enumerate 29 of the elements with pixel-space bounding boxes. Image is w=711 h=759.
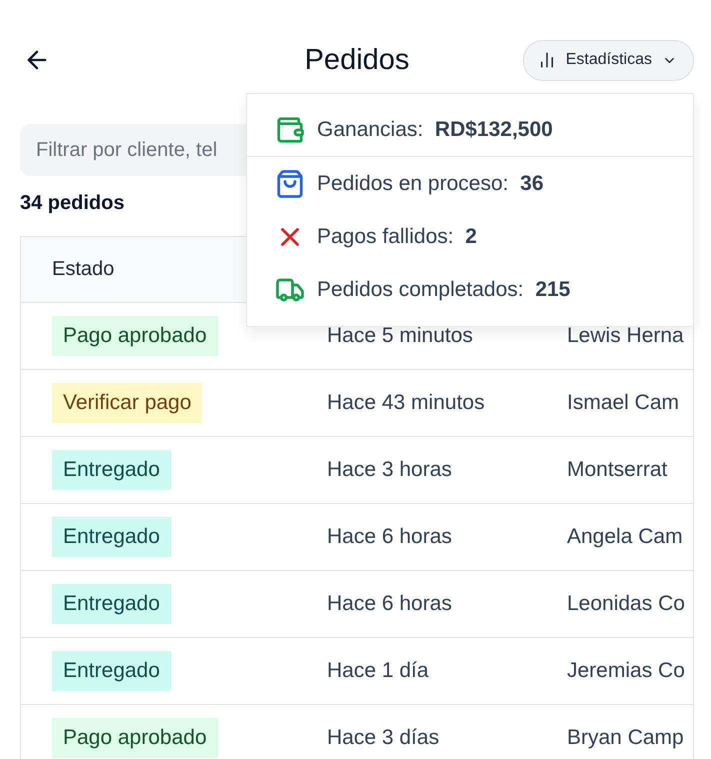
statistic-text: Pedidos en proceso: 36 bbox=[317, 172, 544, 196]
table-cell-text: Hace 3 días bbox=[327, 726, 440, 750]
table-cell-text: Hace 3 horas bbox=[327, 458, 453, 482]
order-count: 34 pedidos bbox=[20, 192, 126, 215]
statistic-text: Ganancias: RD$132,500 bbox=[317, 118, 553, 142]
bag-icon bbox=[275, 168, 305, 198]
table-cell-text: Leonidas Co bbox=[567, 592, 686, 616]
page-title: Pedidos bbox=[304, 44, 410, 76]
statistics-button[interactable]: Estadísticas bbox=[522, 40, 694, 80]
status-badge: Entregado bbox=[52, 651, 171, 691]
table-cell-text: Hace 6 horas bbox=[327, 525, 453, 549]
status-badge: Verificar pago bbox=[52, 383, 202, 423]
table-cell-text: Montserrat bbox=[567, 458, 668, 482]
status-badge: Pago aprobado bbox=[52, 718, 218, 758]
status-badge: Entregado bbox=[52, 517, 171, 557]
table-cell-text: Hace 1 día bbox=[327, 659, 430, 683]
table-cell-text: Bryan Camp bbox=[567, 726, 685, 750]
status-badge: Pago aprobado bbox=[52, 316, 218, 356]
table-cell-text: Hace 6 horas bbox=[327, 592, 453, 616]
table-cell-text: Angela Cam bbox=[567, 525, 684, 549]
table-cell-text: Jeremias Co bbox=[567, 659, 686, 683]
status-badge: Entregado bbox=[52, 450, 171, 490]
table-cell-text: Hace 43 minutos bbox=[327, 391, 486, 415]
table-cell-text: Ismael Cam bbox=[567, 391, 680, 415]
wallet-icon bbox=[275, 115, 305, 145]
table-cell-text: Lewis Herna bbox=[567, 324, 685, 348]
statistic-text: Pedidos completados: 215 bbox=[317, 278, 570, 302]
status-badge: Entregado bbox=[52, 584, 171, 624]
table-cell-text: Hace 5 minutos bbox=[327, 324, 474, 348]
